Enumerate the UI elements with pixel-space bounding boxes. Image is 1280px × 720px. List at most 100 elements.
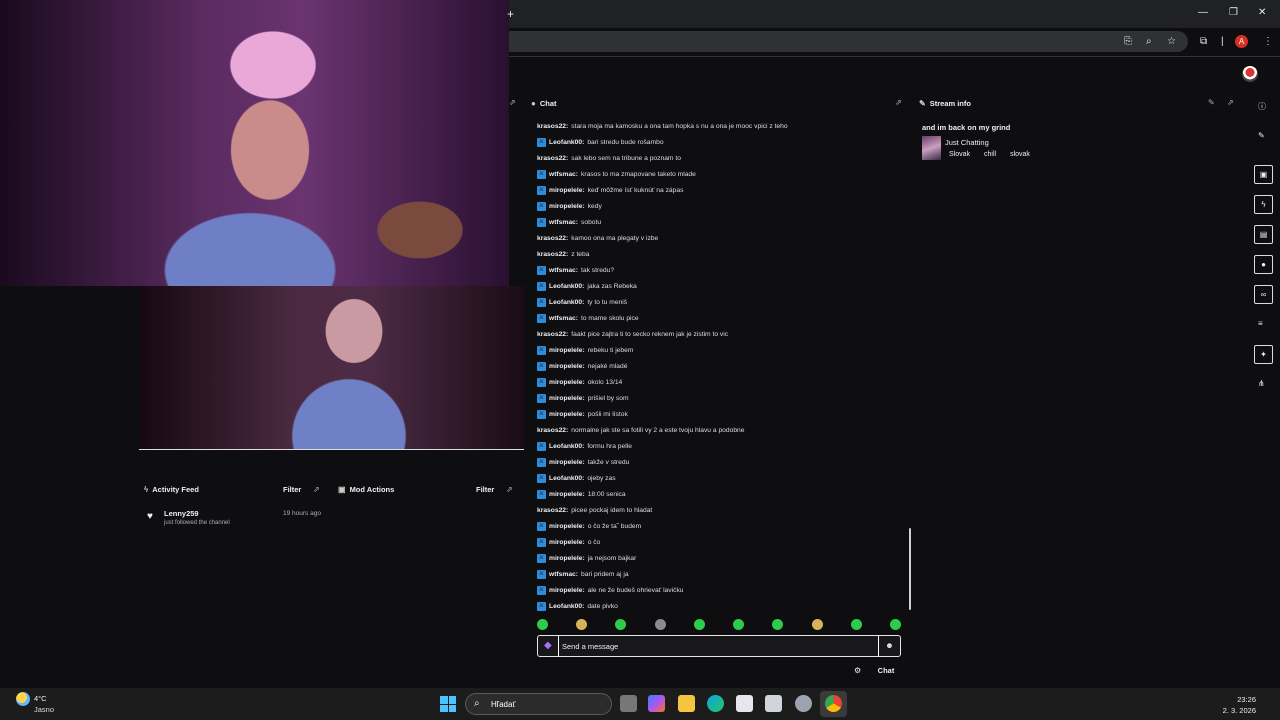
share-icon[interactable]: ⋔ [1258, 379, 1265, 388]
tag[interactable]: slovak [1010, 151, 1030, 158]
chat-send-button[interactable]: Chat [872, 663, 900, 678]
browser-profile-avatar[interactable]: A [1235, 35, 1248, 48]
stack-icon[interactable]: ≡ [1258, 319, 1263, 328]
stream-info-popout-icon[interactable]: ⇗ [1227, 98, 1234, 107]
follower-name[interactable]: Lenny259 [164, 509, 199, 518]
translate-icon[interactable]: ⎘ [1124, 36, 1132, 47]
activity-filter-button[interactable]: Filter [283, 485, 301, 494]
moderator-badge-icon[interactable]: ⚔ [537, 281, 546, 291]
quick-action-document-icon[interactable]: ▤ [1254, 225, 1273, 244]
restore-button[interactable]: ❐ [1229, 7, 1238, 18]
edit-pencil-icon[interactable]: ✎ [1208, 98, 1215, 107]
mod-actions-filter-button[interactable]: Filter [476, 485, 494, 494]
minimize-button[interactable]: — [1198, 7, 1208, 18]
chat-username[interactable]: wtfsmac [549, 315, 576, 322]
moderator-badge-icon[interactable]: ⚔ [537, 313, 546, 323]
quick-action-link-icon[interactable]: ∞ [1254, 285, 1273, 304]
chat-username[interactable]: miropelele [549, 491, 582, 498]
chrome-icon[interactable] [825, 695, 842, 712]
emote-picker-icon[interactable]: ☻ [878, 636, 900, 656]
store-icon[interactable] [736, 695, 753, 712]
moderator-badge-icon[interactable]: ⚔ [537, 345, 546, 355]
chat-username[interactable]: wtfsmac [549, 571, 576, 578]
quick-action-screenshot-icon[interactable]: ▣ [1254, 165, 1273, 184]
chat-username[interactable]: krasos22 [537, 123, 566, 130]
file-explorer-icon[interactable] [678, 695, 695, 712]
zoom-icon[interactable]: ⌕ [1146, 36, 1152, 47]
browser-menu-icon[interactable]: ⋮ [1263, 36, 1273, 47]
info-icon[interactable]: ⓘ [1258, 101, 1266, 112]
emote-icon[interactable] [615, 619, 627, 630]
chat-username[interactable]: wtfsmac [549, 171, 576, 178]
bits-icon[interactable]: ◆ [544, 640, 554, 652]
emote-icon[interactable] [654, 619, 666, 630]
chat-username[interactable]: miropelele [549, 523, 582, 530]
chat-username[interactable]: Leofank00 [549, 443, 582, 450]
quick-action-wrench-icon[interactable]: ✦ [1254, 345, 1273, 364]
chat-username[interactable]: miropelele [549, 411, 582, 418]
moderator-badge-icon[interactable]: ⚔ [537, 601, 546, 611]
start-button[interactable] [440, 696, 456, 712]
moderator-badge-icon[interactable]: ⚔ [537, 169, 546, 179]
chat-username[interactable]: krasos22 [537, 331, 566, 338]
task-view-icon[interactable] [620, 695, 637, 712]
moderator-badge-icon[interactable]: ⚔ [537, 553, 546, 563]
emote-icon[interactable] [889, 619, 901, 630]
chat-username[interactable]: miropelele [549, 379, 582, 386]
taskbar-clock[interactable]: 23:26 2. 3. 2026 [1223, 694, 1256, 716]
emote-icon[interactable] [850, 619, 862, 630]
mod-actions-popout-icon[interactable]: ⇗ [506, 485, 513, 494]
chat-scrollbar[interactable] [909, 528, 911, 610]
activity-popout-icon[interactable]: ⇗ [313, 485, 320, 494]
tag[interactable]: chill [984, 151, 996, 158]
moderator-badge-icon[interactable]: ⚔ [537, 217, 546, 227]
moderator-badge-icon[interactable]: ⚔ [537, 393, 546, 403]
moderator-badge-icon[interactable]: ⚔ [537, 585, 546, 595]
steam-icon[interactable] [795, 695, 812, 712]
category-name[interactable]: Just Chatting [945, 138, 989, 147]
chat-username[interactable]: krasos22 [537, 427, 566, 434]
moderator-badge-icon[interactable]: ⚔ [537, 409, 546, 419]
chat-username[interactable]: wtfsmac [549, 267, 576, 274]
close-window-button[interactable]: ✕ [1258, 7, 1266, 18]
moderator-badge-icon[interactable]: ⚔ [537, 569, 546, 579]
chat-username[interactable]: miropelele [549, 539, 582, 546]
moderator-badge-icon[interactable]: ⚔ [537, 473, 546, 483]
edge-icon[interactable] [707, 695, 724, 712]
extensions-icon[interactable]: ⧉ [1200, 36, 1207, 47]
moderator-badge-icon[interactable]: ⚔ [537, 377, 546, 387]
chat-username[interactable]: miropelele [549, 459, 582, 466]
chat-username[interactable]: krasos22 [537, 155, 566, 162]
chat-username[interactable]: miropelele [549, 363, 582, 370]
weather-icon[interactable] [16, 692, 30, 706]
copilot-icon[interactable] [648, 695, 665, 712]
moderator-badge-icon[interactable]: ⚔ [537, 185, 546, 195]
moderator-badge-icon[interactable]: ⚔ [537, 441, 546, 451]
chat-username[interactable]: miropelele [549, 555, 582, 562]
quick-action-chat-icon[interactable]: ● [1254, 255, 1273, 274]
chat-username[interactable]: krasos22 [537, 507, 566, 514]
moderator-badge-icon[interactable]: ⚔ [537, 297, 546, 307]
chat-username[interactable]: wtfsmac [549, 219, 576, 226]
chat-username[interactable]: Leofank00 [549, 283, 582, 290]
chat-popout-icon[interactable]: ⇗ [895, 98, 902, 107]
chat-username[interactable]: miropelele [549, 203, 582, 210]
moderator-badge-icon[interactable]: ⚔ [537, 361, 546, 371]
app-icon[interactable] [765, 695, 782, 712]
emote-icon[interactable] [537, 619, 548, 630]
emote-icon[interactable] [811, 619, 823, 630]
chat-username[interactable]: krasos22 [537, 235, 566, 242]
moderator-badge-icon[interactable]: ⚔ [537, 537, 546, 547]
chat-username[interactable]: Leofank00 [549, 299, 582, 306]
moderator-badge-icon[interactable]: ⚔ [537, 201, 546, 211]
emote-icon[interactable] [576, 619, 588, 630]
chat-username[interactable]: krasos22 [537, 251, 566, 258]
chat-username[interactable]: miropelele [549, 347, 582, 354]
video-popout-icon[interactable]: ⇗ [509, 98, 516, 107]
moderator-badge-icon[interactable]: ⚔ [537, 265, 546, 275]
chat-message-input[interactable] [562, 639, 872, 653]
bookmark-star-icon[interactable]: ☆ [1167, 36, 1176, 47]
chat-username[interactable]: miropelele [549, 395, 582, 402]
tag[interactable]: Slovak [949, 151, 970, 158]
chat-username[interactable]: Leofank00 [549, 603, 582, 610]
